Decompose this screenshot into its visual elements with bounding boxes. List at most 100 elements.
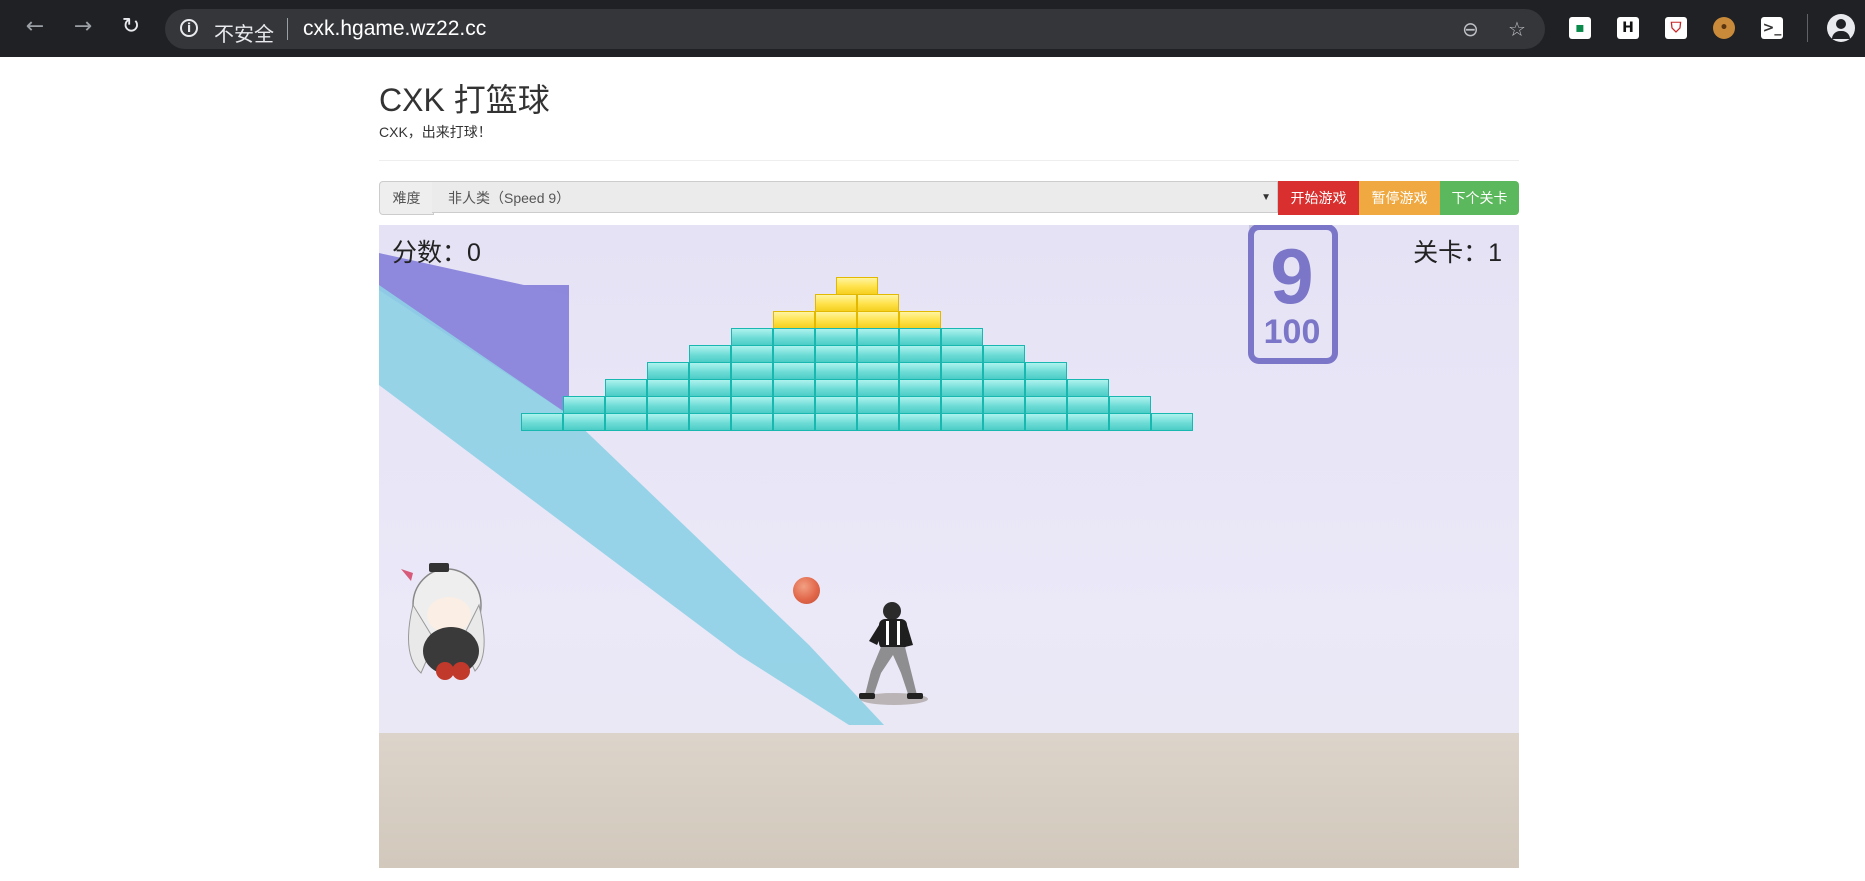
teal-brick (899, 345, 941, 363)
start-game-button[interactable]: 开始游戏 (1278, 181, 1359, 215)
info-icon[interactable]: i (180, 19, 198, 37)
address-separator (287, 18, 288, 40)
control-bar: 难度 非人类（Speed 9） ▼ 开始游戏 暂停游戏 下个关卡 (379, 181, 1519, 215)
teal-brick (899, 379, 941, 397)
anime-girl-sprite (401, 563, 485, 680)
teal-brick (731, 328, 773, 346)
teal-brick (857, 379, 899, 397)
player-sprite (859, 602, 928, 705)
pause-game-button[interactable]: 暂停游戏 (1359, 181, 1440, 215)
caret-down-icon: ▼ (1261, 192, 1271, 203)
teal-brick (689, 379, 731, 397)
teal-brick (773, 413, 815, 431)
game-canvas[interactable]: 9 100 分数：0 关卡：1 (379, 225, 1519, 868)
gold-brick (836, 277, 878, 295)
next-level-button[interactable]: 下个关卡 (1440, 181, 1519, 215)
teal-brick (605, 413, 647, 431)
teal-brick (689, 413, 731, 431)
teal-brick (689, 362, 731, 380)
gold-brick (773, 311, 815, 329)
teal-brick (1109, 413, 1151, 431)
teal-brick (857, 328, 899, 346)
teal-brick (899, 362, 941, 380)
security-label[interactable]: 不安全 (214, 18, 274, 47)
level-display: 关卡：1 (1413, 239, 1502, 267)
cookie-extension-icon[interactable]: • (1713, 17, 1735, 39)
teal-brick (647, 396, 689, 414)
teal-brick (941, 362, 983, 380)
zoom-out-icon[interactable]: ⊖ (1462, 17, 1479, 41)
teal-brick (647, 362, 689, 380)
teal-brick (899, 328, 941, 346)
teal-brick (941, 379, 983, 397)
url-text[interactable]: cxk.hgame.wz22.cc (303, 17, 486, 41)
gold-brick (815, 294, 857, 312)
profile-icon[interactable] (1827, 14, 1855, 42)
teal-brick (647, 413, 689, 431)
teal-brick (773, 345, 815, 363)
page-subtitle: CXK，出来打球！ (379, 124, 492, 140)
teal-brick (605, 396, 647, 414)
back-icon[interactable]: ← (20, 12, 50, 42)
wall-logo-subnumber: 100 (1264, 313, 1321, 351)
court-floor (379, 733, 1519, 868)
teal-brick (815, 396, 857, 414)
teal-brick (815, 413, 857, 431)
teal-brick (773, 396, 815, 414)
teal-brick (857, 362, 899, 380)
difficulty-label: 难度 (379, 181, 434, 215)
green-extension-icon[interactable]: ▪ (1569, 17, 1591, 39)
teal-brick (689, 345, 731, 363)
teal-brick (731, 362, 773, 380)
teal-brick (983, 413, 1025, 431)
h-extension-icon[interactable]: H (1617, 17, 1639, 39)
wall-logo-number: 9 (1270, 232, 1313, 320)
teal-brick (815, 328, 857, 346)
teal-brick (731, 379, 773, 397)
teal-brick (731, 413, 773, 431)
teal-brick (1109, 396, 1151, 414)
terminal-extension-icon[interactable]: >_ (1761, 17, 1783, 39)
page-title: CXK 打篮球 (379, 82, 550, 118)
teal-brick (773, 379, 815, 397)
teal-brick (941, 345, 983, 363)
teal-brick (941, 328, 983, 346)
teal-brick (1025, 379, 1067, 397)
teal-brick (647, 379, 689, 397)
teal-brick (731, 396, 773, 414)
teal-brick (983, 345, 1025, 363)
teal-brick (521, 413, 563, 431)
teal-brick (857, 413, 899, 431)
gold-brick (815, 311, 857, 329)
teal-brick (773, 328, 815, 346)
score-display: 分数：0 (392, 239, 481, 267)
teal-brick (857, 396, 899, 414)
star-icon[interactable]: ☆ (1508, 17, 1526, 41)
teal-brick (815, 362, 857, 380)
basketball (793, 577, 820, 604)
forward-icon[interactable]: → (68, 12, 98, 42)
reload-icon[interactable]: ↻ (116, 12, 146, 42)
teal-brick (983, 396, 1025, 414)
teal-brick (899, 413, 941, 431)
shield-extension-icon[interactable]: ⛉ (1665, 17, 1687, 39)
teal-brick (1067, 379, 1109, 397)
teal-brick (815, 379, 857, 397)
teal-brick (1067, 396, 1109, 414)
difficulty-selected-value: 非人类（Speed 9） (448, 190, 571, 206)
teal-brick (1067, 413, 1109, 431)
teal-brick (773, 362, 815, 380)
teal-brick (563, 413, 605, 431)
toolbar-divider (1807, 14, 1808, 42)
teal-brick (857, 345, 899, 363)
gold-brick (899, 311, 941, 329)
teal-brick (815, 345, 857, 363)
teal-brick (941, 396, 983, 414)
address-bar[interactable]: i 不安全 cxk.hgame.wz22.cc ⊖ ☆ (165, 9, 1545, 49)
teal-brick (1025, 413, 1067, 431)
gold-brick (857, 311, 899, 329)
teal-brick (941, 413, 983, 431)
teal-brick (899, 396, 941, 414)
teal-brick (689, 396, 731, 414)
difficulty-select[interactable]: 非人类（Speed 9） ▼ (432, 181, 1278, 213)
